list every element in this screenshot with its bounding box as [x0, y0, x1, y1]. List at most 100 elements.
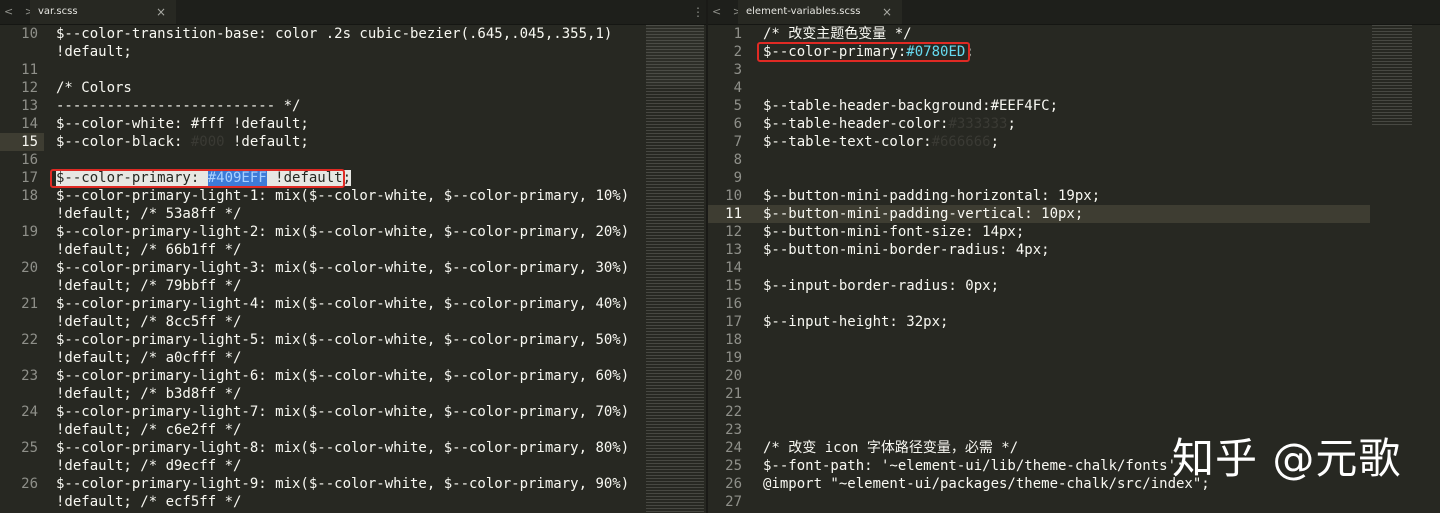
code-line[interactable]: $--table-header-background:#EEF4FC;: [763, 97, 1383, 115]
line-number: 6: [733, 116, 742, 132]
code-line[interactable]: $--button-mini-padding-horizontal: 19px;: [763, 187, 1383, 205]
code-line[interactable]: !default; /* ecf5ff */: [56, 493, 646, 511]
code-line[interactable]: $--color-primary-light-9: mix($--color-w…: [56, 475, 646, 493]
line-number: 14: [725, 260, 742, 276]
line-number: 13: [21, 98, 38, 114]
code-line[interactable]: [763, 259, 1383, 277]
code-line[interactable]: [763, 169, 1383, 187]
code-line[interactable]: $--color-primary-light-1: mix($--color-w…: [56, 187, 646, 205]
code-line[interactable]: $--color-primary-light-4: mix($--color-w…: [56, 295, 646, 313]
code-line[interactable]: !default; /* d9ecff */: [56, 457, 646, 475]
code-line[interactable]: $--button-mini-border-radius: 4px;: [763, 241, 1383, 259]
line-number: [0, 493, 44, 511]
line-number: 10: [725, 188, 742, 204]
watermark-text: 知乎 @元歌: [1172, 434, 1402, 483]
line-number: 21: [21, 296, 38, 312]
code-line[interactable]: $--color-black: #000 !default;: [56, 133, 646, 151]
line-number: [0, 313, 44, 331]
line-number: 20: [725, 368, 742, 384]
code-line[interactable]: /* 改变主题色变量 */: [763, 25, 1383, 43]
line-number: 16: [725, 296, 742, 312]
code-line[interactable]: -------------------------- */: [56, 97, 646, 115]
line-number: 22: [725, 404, 742, 420]
code-line[interactable]: $--color-white: #fff !default;: [56, 115, 646, 133]
tab-var-scss[interactable]: var.scss ×: [30, 0, 176, 24]
line-number: 13: [725, 242, 742, 258]
code-line[interactable]: $--color-transition-base: color .2s cubi…: [56, 25, 646, 43]
code-line[interactable]: [763, 79, 1383, 97]
line-number: 7: [733, 134, 742, 150]
line-number: 11: [708, 205, 748, 223]
line-number: 25: [21, 440, 38, 456]
left-editor-pane[interactable]: < > var.scss × ⋮ 10 11 12 13 14 15 16 17 18 19 20 2…: [0, 0, 706, 513]
line-number: 20: [21, 260, 38, 276]
line-number: [0, 349, 44, 367]
line-number: 26: [725, 476, 742, 492]
line-number: 27: [725, 494, 742, 510]
line-number: [0, 385, 44, 403]
left-tab-bar: < > var.scss × ⋮: [0, 0, 706, 25]
line-number: [0, 43, 44, 61]
line-number: 25: [725, 458, 742, 474]
code-line[interactable]: $--button-mini-padding-vertical: 10px;: [763, 205, 1383, 223]
code-line[interactable]: [56, 151, 646, 169]
line-number: 18: [725, 332, 742, 348]
code-line[interactable]: $--input-border-radius: 0px;: [763, 277, 1383, 295]
code-line[interactable]: !default; /* a0cfff */: [56, 349, 646, 367]
line-number: 17: [21, 170, 38, 186]
code-line[interactable]: [56, 61, 646, 79]
code-line[interactable]: !default; /* b3d8ff */: [56, 385, 646, 403]
code-line[interactable]: $--color-primary-light-7: mix($--color-w…: [56, 403, 646, 421]
code-line[interactable]: $--table-text-color:#666666;: [763, 133, 1383, 151]
minimap[interactable]: [1372, 25, 1412, 125]
line-number: 21: [725, 386, 742, 402]
line-number: 3: [733, 62, 742, 78]
code-line[interactable]: $--input-height: 32px;: [763, 313, 1383, 331]
line-number-gutter: 10 11 12 13 14 15 16 17 18 19 20 21 22 23 24 25 26: [0, 25, 44, 513]
code-line[interactable]: !default; /* 66b1ff */: [56, 241, 646, 259]
line-number: 4: [733, 80, 742, 96]
code-line[interactable]: [763, 349, 1383, 367]
line-number: 19: [725, 350, 742, 366]
code-line[interactable]: [763, 367, 1383, 385]
code-line[interactable]: [763, 331, 1383, 349]
code-line[interactable]: !default;: [56, 43, 646, 61]
code-line[interactable]: !default; /* 8cc5ff */: [56, 313, 646, 331]
line-number: 9: [733, 170, 742, 186]
highlight-box-primary-color: [757, 42, 970, 62]
code-area[interactable]: $--color-transition-base: color .2s cubi…: [56, 25, 646, 513]
line-number: 15: [0, 133, 44, 151]
code-line[interactable]: /* Colors: [56, 79, 646, 97]
code-line[interactable]: [763, 151, 1383, 169]
line-number: 22: [21, 332, 38, 348]
line-number: 15: [725, 278, 742, 294]
code-line[interactable]: !default; /* 79bbff */: [56, 277, 646, 295]
code-line[interactable]: $--button-mini-font-size: 14px;: [763, 223, 1383, 241]
code-line[interactable]: [763, 295, 1383, 313]
close-icon[interactable]: ×: [156, 0, 166, 24]
line-number: 5: [733, 98, 742, 114]
code-line[interactable]: [763, 403, 1383, 421]
more-menu-icon[interactable]: ⋮: [692, 0, 704, 24]
code-line[interactable]: $--color-primary-light-2: mix($--color-w…: [56, 223, 646, 241]
code-line[interactable]: $--color-primary-light-5: mix($--color-w…: [56, 331, 646, 349]
line-number: [0, 241, 44, 259]
tab-element-variables-scss[interactable]: element-variables.scss ×: [738, 0, 902, 24]
code-line[interactable]: !default; /* 53a8ff */: [56, 205, 646, 223]
code-line[interactable]: !default; /* c6e2ff */: [56, 421, 646, 439]
line-number: 14: [21, 116, 38, 132]
line-number: 11: [21, 62, 38, 78]
code-line[interactable]: $--color-primary-light-6: mix($--color-w…: [56, 367, 646, 385]
code-line[interactable]: $--color-primary-light-8: mix($--color-w…: [56, 439, 646, 457]
line-number: [0, 277, 44, 295]
code-line[interactable]: [763, 385, 1383, 403]
line-number: [0, 205, 44, 223]
code-line[interactable]: [763, 61, 1383, 79]
minimap[interactable]: [646, 25, 704, 513]
code-line[interactable]: [763, 493, 1383, 511]
code-line[interactable]: $--table-header-color:#333333;: [763, 115, 1383, 133]
close-icon[interactable]: ×: [882, 0, 892, 24]
tab-label: var.scss: [38, 6, 78, 17]
line-number: 23: [725, 422, 742, 438]
code-line[interactable]: $--color-primary-light-3: mix($--color-w…: [56, 259, 646, 277]
